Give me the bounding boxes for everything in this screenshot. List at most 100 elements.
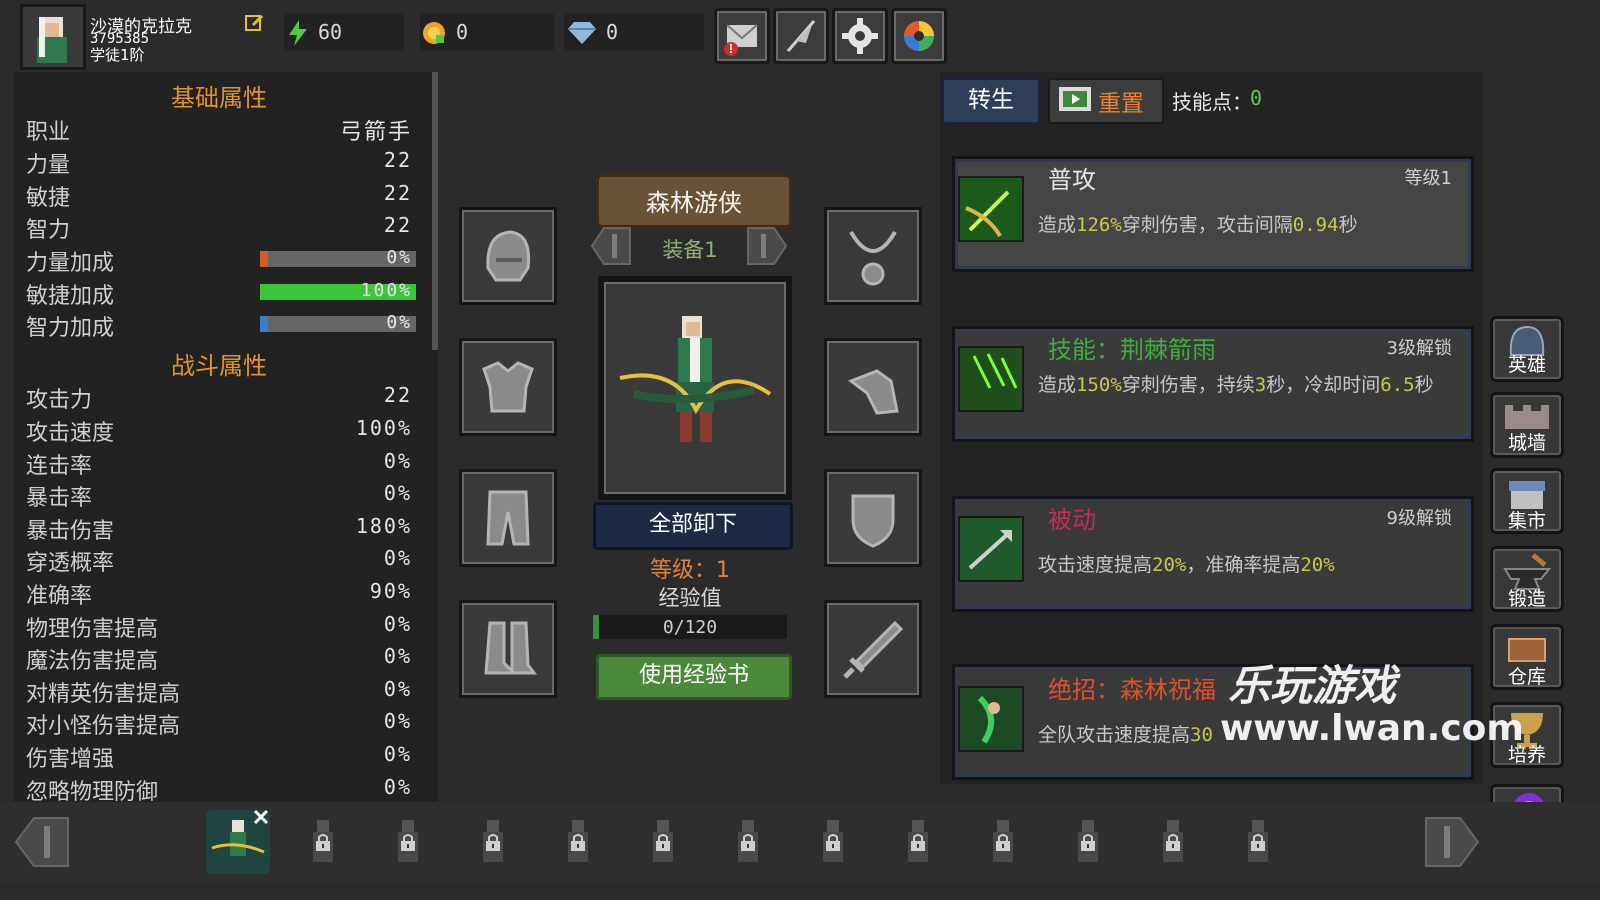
- stat-value-strength: 22: [383, 148, 412, 172]
- necklace-slot[interactable]: [824, 207, 922, 305]
- nav-warehouse-label: 仓库: [1507, 666, 1546, 688]
- loadout-label: 装备1: [662, 238, 718, 262]
- hero-slot-selected[interactable]: [206, 808, 270, 874]
- aperture-icon: [904, 21, 934, 51]
- stat-label-elite-damage: 对精英伤害提高: [26, 682, 181, 707]
- stat-label-agility: 敏捷: [26, 186, 71, 211]
- hero-slot-locked[interactable]: [1056, 810, 1120, 874]
- boots-slot[interactable]: [459, 600, 557, 698]
- hero-slot-locked[interactable]: [1226, 810, 1290, 874]
- stat-label-pierce-rate: 穿透概率: [26, 551, 115, 576]
- edit-name-icon[interactable]: [244, 12, 264, 32]
- player-avatar[interactable]: [20, 4, 86, 70]
- stat-label-attack-speed: 攻击速度: [26, 421, 115, 446]
- stat-value-damage-boost: 0%: [383, 742, 412, 766]
- skill-description: 造成126%穿刺伤害，攻击间隔0.94秒: [1038, 214, 1358, 236]
- forest-blessing-icon: [958, 686, 1024, 752]
- exp-value: 0/120: [662, 617, 718, 638]
- shield-slot[interactable]: [824, 469, 922, 567]
- armor-slot[interactable]: [459, 338, 557, 436]
- stats-scrollbar[interactable]: [432, 72, 438, 350]
- feather-button[interactable]: [773, 8, 829, 64]
- player-rank: 学徒1阶: [90, 46, 145, 64]
- stat-value-crit-damage: 180%: [355, 514, 412, 538]
- stat-value-strength-bonus: 0%: [386, 247, 412, 268]
- lock-icon: [401, 834, 415, 851]
- skill-name: 普攻: [1048, 166, 1096, 194]
- combat-attributes-title: 战斗属性: [171, 352, 267, 380]
- settings-button[interactable]: [832, 8, 888, 64]
- armor-slot-icon: [482, 361, 534, 413]
- stat-label-combo-rate: 连击率: [26, 454, 93, 479]
- stat-value-ignore-defense: 0%: [383, 775, 412, 799]
- rebirth-tab[interactable]: 转生: [942, 78, 1040, 124]
- stat-value-attack-speed: 100%: [355, 416, 412, 440]
- nav-hero-label: 英雄: [1507, 354, 1546, 376]
- hero-slot-locked[interactable]: [801, 810, 865, 874]
- settings-gear-icon: [842, 18, 878, 54]
- mail-button[interactable]: [714, 8, 770, 64]
- hero-slot-locked[interactable]: [376, 810, 440, 874]
- reset-label: 重置: [1098, 91, 1144, 117]
- pants-slot[interactable]: [459, 469, 557, 567]
- forest-ranger-sprite-icon: [619, 316, 772, 442]
- nav-market-label: 集市: [1507, 510, 1546, 532]
- thorn-arrow-rain-icon: [958, 346, 1024, 412]
- stat-label-accuracy: 准确率: [26, 584, 93, 609]
- stat-label-physical-damage: 物理伤害提高: [26, 617, 159, 642]
- next-loadout-arrow-icon[interactable]: [744, 226, 788, 266]
- next-page-arrow-icon[interactable]: [1424, 816, 1480, 868]
- hero-slot-locked[interactable]: [886, 810, 950, 874]
- character-level: 等级：1: [650, 558, 730, 583]
- mail-icon: [724, 24, 758, 56]
- intellect-bonus-fill: [260, 316, 268, 332]
- glove-slot[interactable]: [824, 338, 922, 436]
- hero-slot-locked[interactable]: [716, 810, 780, 874]
- aperture-button[interactable]: [891, 8, 947, 64]
- stat-value-agility-bonus: 100%: [360, 280, 412, 301]
- hero-slot-locked[interactable]: [971, 810, 1035, 874]
- exp-label: 经验值: [658, 586, 722, 610]
- stat-value-attack: 22: [383, 383, 412, 407]
- stat-value-agility: 22: [383, 181, 412, 205]
- stat-label-attack: 攻击力: [26, 388, 93, 413]
- boots-slot-icon: [484, 621, 537, 675]
- helmet-slot[interactable]: [459, 207, 557, 305]
- skill-description: 造成150%穿刺伤害，持续3秒，冷却时间6.5秒: [1038, 374, 1434, 396]
- energy-value: 60: [318, 20, 343, 44]
- shield-slot-icon: [851, 494, 895, 548]
- hero-slot-locked[interactable]: [291, 810, 355, 874]
- lock-icon: [316, 834, 330, 851]
- hero-slot-locked[interactable]: [546, 810, 610, 874]
- skill-unlock-level: 3级解锁: [1386, 338, 1452, 359]
- weapon-slot[interactable]: [824, 600, 922, 698]
- unequip-all-button[interactable]: 全部卸下: [593, 502, 793, 550]
- stat-value-intellect: 22: [383, 213, 412, 237]
- diamond-icon: [568, 22, 596, 44]
- watermark-brand: 乐玩游戏: [1228, 661, 1397, 710]
- use-exp-book-button[interactable]: 使用经验书: [596, 654, 792, 700]
- close-icon[interactable]: [252, 808, 270, 826]
- lock-icon: [571, 834, 585, 851]
- hero-slot-locked[interactable]: [1141, 810, 1205, 874]
- diamond-value: 0: [606, 20, 619, 44]
- hero-slot-locked[interactable]: [631, 810, 695, 874]
- strength-bonus-fill: [260, 251, 268, 267]
- lock-icon: [911, 834, 925, 851]
- stat-label-class: 职业: [26, 120, 71, 145]
- stat-label-intellect-bonus: 智力加成: [26, 316, 115, 341]
- prev-page-arrow-icon[interactable]: [14, 816, 70, 868]
- stat-value-combo-rate: 0%: [383, 449, 412, 473]
- helmet-slot-icon: [486, 230, 531, 282]
- stat-label-crit-damage: 暴击伤害: [26, 519, 115, 544]
- skill-points-value: 0: [1250, 86, 1263, 110]
- hero-slot-locked[interactable]: [461, 810, 525, 874]
- video-ad-icon: [1059, 87, 1091, 111]
- nav-forge-label: 锻造: [1507, 588, 1546, 610]
- gold-value: 0: [456, 20, 469, 44]
- skill-level: 等级1: [1404, 168, 1452, 189]
- stat-value-magic-damage: 0%: [383, 644, 412, 668]
- character-portrait: [598, 276, 792, 500]
- lock-icon: [486, 834, 500, 851]
- stat-label-strength-bonus: 力量加成: [26, 251, 115, 276]
